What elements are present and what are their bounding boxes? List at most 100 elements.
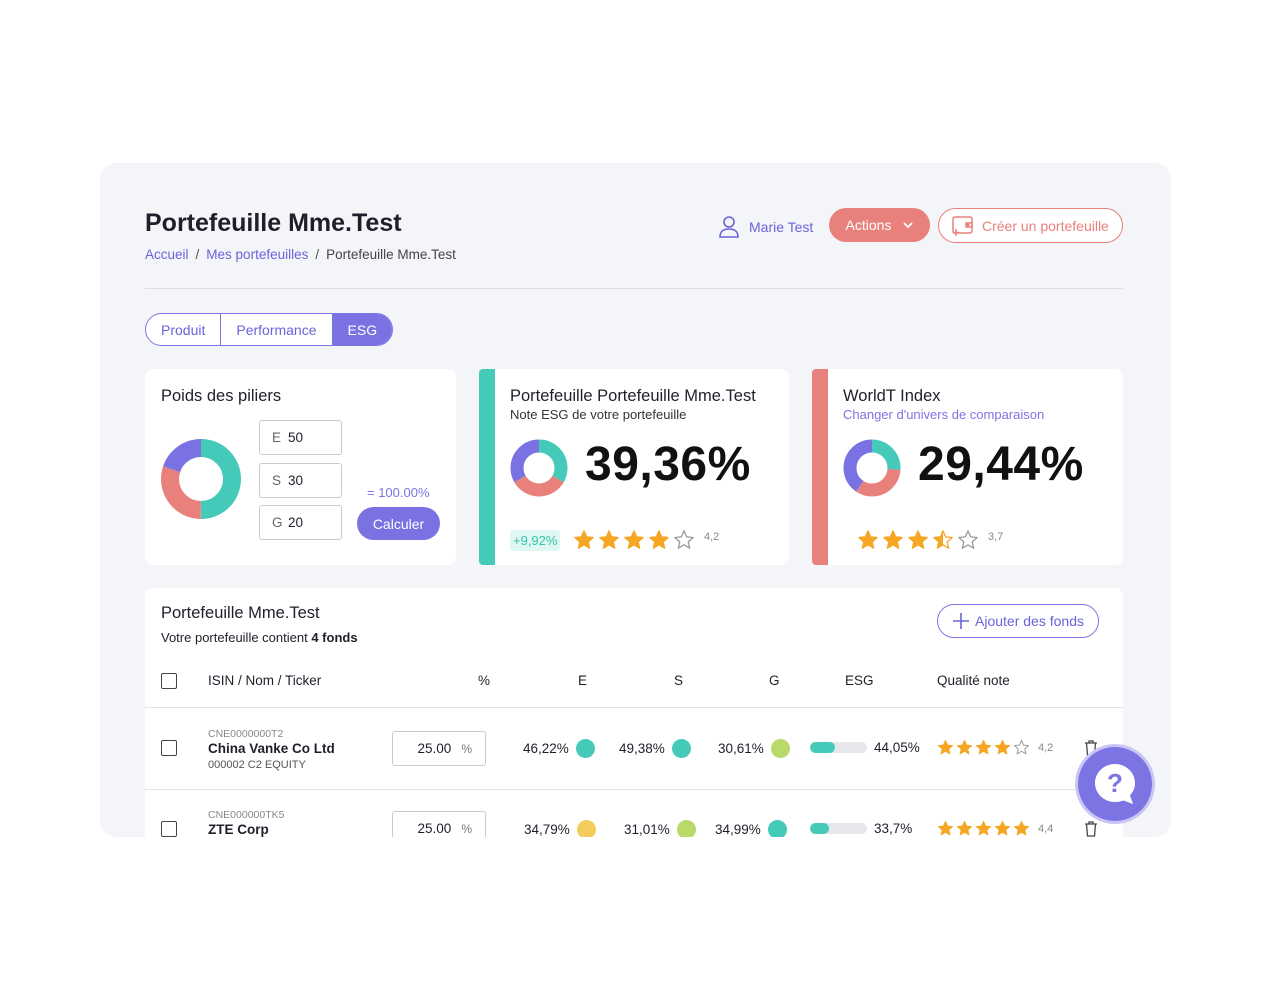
index-score-value: 29,44%: [918, 438, 1084, 491]
star-empty-icon: [958, 530, 978, 549]
pillar-g-label: G: [272, 515, 283, 530]
funds-table-card: Portefeuille Mme.Test Votre portefeuille…: [145, 588, 1123, 837]
star-icon: [883, 530, 903, 549]
star-empty-icon: [674, 530, 694, 549]
page-title: Portefeuille Mme.Test: [145, 209, 402, 237]
star-icon: [599, 530, 619, 549]
create-portfolio-button[interactable]: Créer un portefeuille: [938, 208, 1123, 243]
portfolio-delta-badge: +9,92%: [510, 530, 561, 551]
column-header-s: S: [674, 673, 684, 688]
portfolio-score-card: Portefeuille Portefeuille Mme.Test Note …: [479, 369, 789, 565]
pillar-e-value: 50: [288, 430, 304, 445]
pillar-s-label: S: [272, 473, 282, 488]
breadcrumb-current: Portefeuille Mme.Test: [326, 247, 456, 262]
breadcrumb-separator: /: [315, 247, 320, 262]
user-menu[interactable]: Marie Test: [718, 215, 813, 239]
fund-isin: CNE0000000T2: [208, 728, 284, 740]
column-header-name: ISIN / Nom / Ticker: [208, 673, 322, 688]
star-icon: [975, 820, 992, 836]
index-score-title: WorldT Index: [843, 387, 941, 405]
g-score-dot: [770, 739, 790, 758]
g-score-value: 30,61%: [718, 741, 764, 756]
star-icon: [956, 820, 973, 836]
add-funds-button[interactable]: Ajouter des fonds: [937, 604, 1099, 638]
tab-produit[interactable]: Produit: [146, 314, 222, 345]
add-funds-label: Ajouter des fonds: [975, 613, 1084, 629]
star-icon: [975, 739, 992, 755]
pillar-donut-chart: [161, 439, 241, 519]
column-header-g: G: [769, 673, 780, 688]
portfolio-score-value: 39,36%: [585, 438, 751, 491]
star-empty-icon: [1013, 739, 1030, 755]
app-frame: Portefeuille Mme.Test Accueil / Mes port…: [100, 163, 1171, 837]
s-score-value: 31,01%: [624, 822, 670, 837]
user-name: Marie Test: [749, 219, 814, 235]
row-checkbox[interactable]: [161, 821, 177, 837]
star-half-icon: [933, 530, 953, 549]
row-rating-value: 4,4: [1038, 822, 1054, 835]
trash-icon[interactable]: [1084, 821, 1098, 837]
breadcrumb: Accueil / Mes portefeuilles / Portefeuil…: [145, 247, 456, 262]
fund-name[interactable]: China Vanke Co Ltd: [208, 741, 335, 756]
star-icon: [956, 739, 973, 755]
index-rating-value: 3,7: [988, 531, 1004, 543]
fund-isin: CNE000000TK5: [208, 809, 285, 821]
index-score-card: WorldT Index Changer d'univers de compar…: [812, 369, 1123, 565]
fund-name[interactable]: ZTE Corp: [208, 822, 269, 837]
weight-value: 25.00: [417, 821, 452, 836]
star-icon: [1013, 820, 1030, 836]
pillar-e-input[interactable]: E 50: [259, 420, 342, 455]
pillar-total: = 100.00%: [367, 485, 430, 500]
fund-ticker: 000002 C2 EQUITY: [208, 759, 306, 771]
wallet-add-icon: [952, 215, 973, 236]
pillar-s-input[interactable]: S 30: [259, 463, 342, 498]
e-score-dot: [576, 820, 596, 837]
help-button[interactable]: ?: [1078, 747, 1152, 821]
row-checkbox[interactable]: [161, 740, 177, 756]
pillar-s-value: 30: [288, 473, 304, 488]
breadcrumb-home[interactable]: Accueil: [145, 247, 189, 262]
star-icon: [624, 530, 644, 549]
star-icon: [994, 739, 1011, 755]
breadcrumb-portfolios[interactable]: Mes portefeuilles: [206, 247, 308, 262]
chevron-down-icon: [903, 221, 914, 228]
esg-progress-fill: [810, 742, 836, 753]
g-score-value: 34,99%: [715, 822, 761, 837]
plus-icon: [953, 613, 970, 629]
create-portfolio-label: Créer un portefeuille: [982, 217, 1109, 234]
select-all-checkbox[interactable]: [161, 673, 177, 689]
pillar-e-label: E: [272, 430, 282, 445]
star-icon: [574, 530, 594, 549]
table-divider: [145, 707, 1123, 708]
tab-esg[interactable]: ESG: [332, 314, 393, 345]
tab-performance[interactable]: Performance: [221, 314, 333, 345]
portfolio-rating-stars: 4,2: [573, 529, 719, 551]
portfolio-accent-stripe: [479, 369, 495, 565]
view-tabs: Produit Performance ESG: [145, 313, 394, 346]
calculate-button[interactable]: Calculer: [357, 507, 440, 540]
weight-input[interactable]: 25.00 %: [392, 731, 486, 766]
svg-text:?: ?: [1107, 768, 1123, 798]
user-icon: [719, 216, 739, 238]
pillar-weights-title: Poids des piliers: [161, 387, 282, 405]
actions-button[interactable]: Actions: [829, 208, 930, 242]
s-score-dot: [671, 739, 691, 758]
s-score-cell: 49,38%: [619, 739, 691, 758]
e-score-cell: 46,22%: [523, 739, 595, 758]
change-universe-link[interactable]: Changer d'univers de comparaison: [843, 407, 1044, 422]
column-header-esg: ESG: [845, 673, 874, 688]
breadcrumb-separator: /: [195, 247, 200, 262]
actions-label: Actions: [845, 217, 892, 233]
funds-title: Portefeuille Mme.Test: [161, 604, 320, 622]
g-score-dot: [767, 820, 787, 837]
e-score-value: 34,79%: [524, 822, 570, 837]
star-icon: [858, 530, 878, 549]
weight-input[interactable]: 25.00 %: [392, 811, 486, 837]
esg-progress-bar: [810, 742, 867, 753]
esg-progress-fill: [810, 823, 830, 834]
pillar-g-input[interactable]: G 20: [259, 505, 342, 540]
index-accent-stripe: [812, 369, 828, 565]
row-rating-stars: 4,4: [937, 820, 1053, 837]
portfolio-score-subtitle: Note ESG de votre portefeuille: [510, 407, 687, 422]
pillar-weights-card: Poids des piliers E 50 S 30 G 20 = 100.0…: [145, 369, 456, 565]
